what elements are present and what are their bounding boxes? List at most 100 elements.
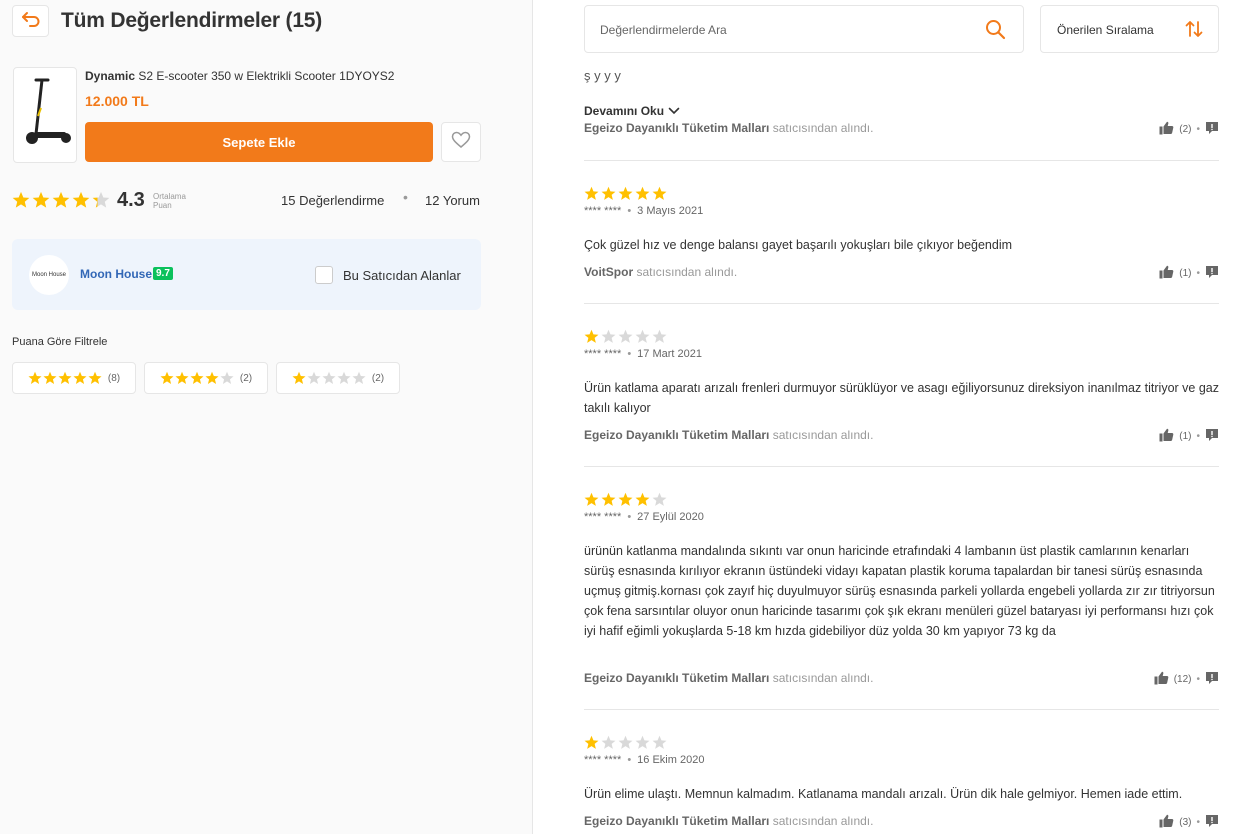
star-icon xyxy=(43,371,57,385)
star-icon xyxy=(220,371,234,385)
search-input[interactable] xyxy=(600,19,970,41)
star-icon xyxy=(618,735,633,750)
read-more-link[interactable]: Devamını Oku xyxy=(584,104,680,118)
star-icon xyxy=(652,186,667,201)
review-user: **** **** xyxy=(584,754,622,766)
left-panel: Tüm Değerlendirmeler (15) Dynamic S2 E-s… xyxy=(0,0,533,834)
star-icon xyxy=(652,735,667,750)
purchased-from: Egeizo Dayanıklı Tüketim Malları satıcıs… xyxy=(584,428,874,442)
average-label: Ortalama Puan xyxy=(153,192,186,210)
purchased-from: Egeizo Dayanıklı Tüketim Malları satıcıs… xyxy=(584,671,874,685)
rating-summary: 4.3 Ortalama Puan 15 Değerlendirme • 12 Y… xyxy=(12,188,481,214)
review-actions: (12) • xyxy=(1154,671,1219,688)
review-user: **** **** xyxy=(584,348,622,360)
action-separator: • xyxy=(1196,268,1200,279)
report-icon[interactable] xyxy=(1205,814,1219,828)
like-count: (2) xyxy=(1179,124,1192,135)
thumbs-up-icon[interactable] xyxy=(1159,265,1174,282)
review-date: 3 Mayıs 2021 xyxy=(637,205,704,217)
star-icon xyxy=(190,371,204,385)
purchased-from: VoitSpor satıcısından alındı. xyxy=(584,265,738,279)
sort-dropdown[interactable]: Önerilen Sıralama xyxy=(1040,5,1219,53)
review-date: 16 Ekim 2020 xyxy=(637,754,705,766)
star-icon xyxy=(160,371,174,385)
heart-icon xyxy=(451,131,471,154)
rating-count: 15 Değerlendirme xyxy=(281,193,385,208)
review-meta: **** **** • 3 Mayıs 2021 xyxy=(584,205,704,217)
seller-name-link[interactable]: Moon House xyxy=(80,267,152,281)
average-stars xyxy=(12,191,110,209)
review-text: Çok güzel hız ve denge balansı gayet baş… xyxy=(584,238,1013,252)
review-footer: Egeizo Dayanıklı Tüketim Malları satıcıs… xyxy=(584,121,1219,137)
star-icon xyxy=(601,735,616,750)
separator-dot: • xyxy=(403,189,408,205)
star-icon xyxy=(652,329,667,344)
seller-box: Moon House Moon House 9.7 Bu Satıcıdan A… xyxy=(12,239,481,310)
thumbs-up-icon[interactable] xyxy=(1159,121,1174,138)
review-user: **** **** xyxy=(584,511,622,523)
review-stars xyxy=(584,186,667,201)
favorite-button[interactable] xyxy=(441,122,481,162)
star-icon xyxy=(618,329,633,344)
report-icon[interactable] xyxy=(1205,428,1219,445)
seller-filter-checkbox[interactable] xyxy=(315,266,333,284)
review-user: **** **** xyxy=(584,205,622,217)
star-icon xyxy=(337,371,351,385)
report-icon[interactable] xyxy=(1205,121,1219,138)
star-icon xyxy=(307,371,321,385)
action-separator: • xyxy=(1196,674,1200,685)
review-footer: Egeizo Dayanıklı Tüketim Malları satıcıs… xyxy=(584,428,1219,444)
review-meta: **** **** • 17 Mart 2021 xyxy=(584,348,702,360)
reviews-list: ş y y y Devamını Oku Egeizo Dayanıklı Tü… xyxy=(584,62,1219,828)
star-icon xyxy=(12,191,30,209)
back-arrow-icon xyxy=(21,11,41,32)
like-count: (1) xyxy=(1179,431,1192,442)
sort-label: Önerilen Sıralama xyxy=(1057,23,1154,37)
product-name[interactable]: Dynamic S2 E-scooter 350 w Elektrikli Sc… xyxy=(85,69,394,83)
report-icon[interactable] xyxy=(1205,671,1219,688)
purchased-from: Egeizo Dayanıklı Tüketim Malları satıcıs… xyxy=(584,121,874,135)
product-image[interactable] xyxy=(13,67,77,163)
filter-stars xyxy=(160,371,234,385)
filter-title: Puana Göre Filtrele xyxy=(12,336,108,348)
report-icon[interactable] xyxy=(1205,265,1219,282)
thumbs-up-icon[interactable] xyxy=(1159,814,1174,828)
star-icon xyxy=(635,186,650,201)
star-icon xyxy=(352,371,366,385)
star-icon xyxy=(205,371,219,385)
search-box xyxy=(584,5,1024,53)
thumbs-up-icon[interactable] xyxy=(1154,671,1169,688)
review-stars xyxy=(584,735,667,750)
seller-logo[interactable]: Moon House xyxy=(29,255,69,295)
star-icon xyxy=(175,371,189,385)
star-icon xyxy=(58,371,72,385)
star-icon xyxy=(28,371,42,385)
star-icon xyxy=(292,371,306,385)
thumbs-up-icon[interactable] xyxy=(1159,428,1174,445)
like-count: (12) xyxy=(1173,674,1192,685)
add-to-cart-button[interactable]: Sepete Ekle xyxy=(85,122,433,162)
star-icon xyxy=(584,735,599,750)
star-icon xyxy=(322,371,336,385)
review-footer: VoitSpor satıcısından alındı. (1) • xyxy=(584,265,1219,281)
review-stars xyxy=(584,492,667,507)
star-filter-4[interactable]: (2) xyxy=(144,362,268,394)
search-icon[interactable] xyxy=(985,19,1006,45)
seller-filter-label[interactable]: Bu Satıcıdan Alanlar xyxy=(343,268,461,283)
comment-count: 12 Yorum xyxy=(425,193,480,208)
star-icon xyxy=(73,371,87,385)
review-divider xyxy=(584,303,1219,304)
review-actions: (3) • xyxy=(1159,814,1219,828)
back-button[interactable] xyxy=(12,5,49,37)
review-meta: **** **** • 16 Ekim 2020 xyxy=(584,754,705,766)
clipped-review-text: ş y y y xyxy=(584,72,621,83)
review-divider xyxy=(584,709,1219,710)
review-actions: (1) • xyxy=(1159,428,1219,445)
review-date: 27 Eylül 2020 xyxy=(637,511,704,523)
filter-count: (2) xyxy=(239,372,253,384)
star-filter-5[interactable]: (8) xyxy=(12,362,136,394)
star-filter-1[interactable]: (2) xyxy=(276,362,400,394)
review-stars xyxy=(584,329,667,344)
review-date: 17 Mart 2021 xyxy=(637,348,702,360)
review-meta: **** **** • 27 Eylül 2020 xyxy=(584,511,704,523)
